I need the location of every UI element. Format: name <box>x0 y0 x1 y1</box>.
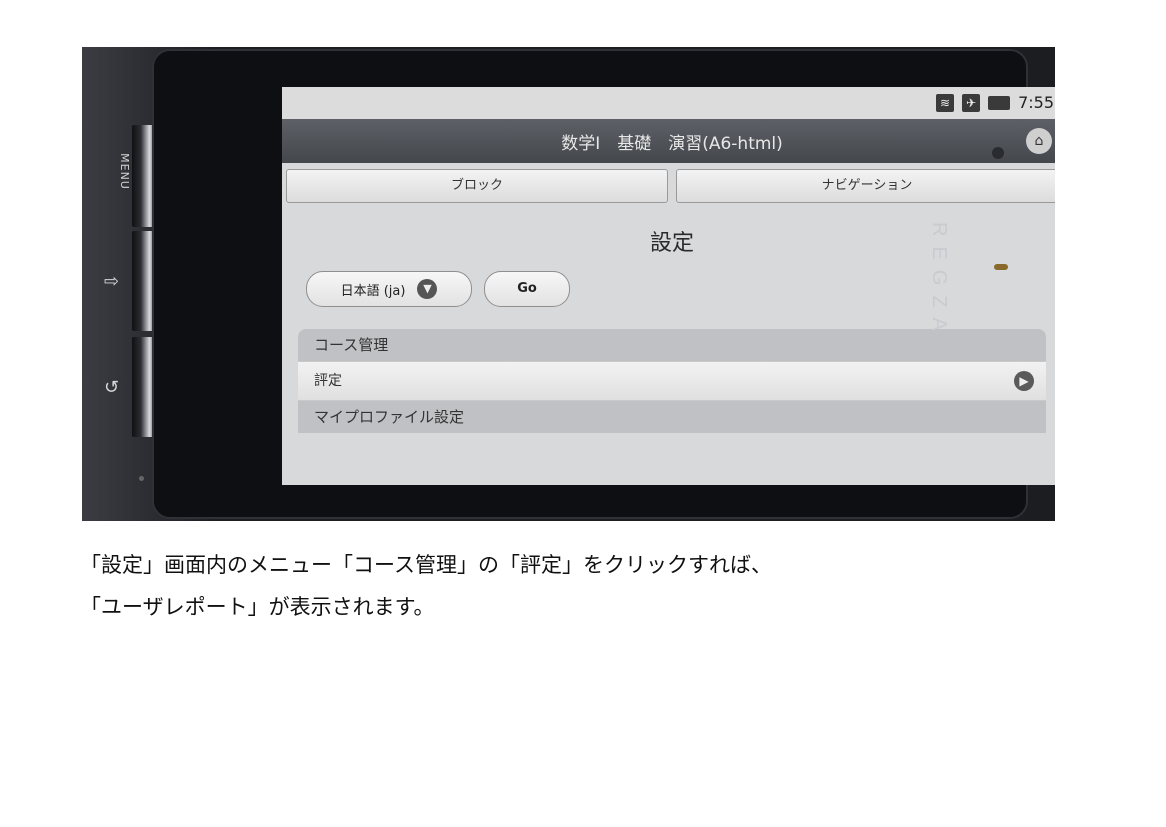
wifi-icon: ≋ <box>936 93 955 112</box>
phone-bezel: ≋ ✈ 7:55 数学Ⅰ 基礎 演習(A6-html) ⌂ ブロック ナビゲーシ… <box>152 49 1055 519</box>
battery-icon <box>988 95 1011 110</box>
menu-section-my-profile: マイプロファイル設定 <box>298 401 1046 433</box>
language-value: 日本語 (ja) <box>340 283 406 299</box>
back-hardware-button[interactable] <box>132 337 154 437</box>
settings-menu: コース管理 評定 ▶ マイプロファイル設定 <box>298 329 1046 433</box>
brand-logo: REGZA <box>928 222 950 341</box>
tab-navigation[interactable]: ナビゲーション <box>676 169 1055 203</box>
indicator-led <box>994 264 1008 270</box>
microphone-dot <box>139 476 144 481</box>
airplane-icon: ✈ <box>962 93 981 112</box>
home-hardware-button[interactable] <box>132 231 154 331</box>
tab-bar: ブロック ナビゲーション <box>282 163 1055 203</box>
app-header: 数学Ⅰ 基礎 演習(A6-html) ⌂ <box>282 119 1055 163</box>
front-camera <box>992 147 1004 159</box>
home-outline-icon: ⇨ <box>104 271 120 292</box>
home-button[interactable]: ⌂ <box>1026 128 1052 154</box>
chevron-right-icon: ▶ <box>1014 371 1034 391</box>
status-time: 7:55 <box>1018 93 1054 112</box>
caption-line-2: 「ユーザレポート」が表示されます。 <box>80 595 435 619</box>
course-title: 数学Ⅰ 基礎 演習(A6-html) <box>561 134 783 154</box>
menu-label: MENU <box>117 153 131 190</box>
phone-device: MENU ⇨ ↺ ≋ ✈ 7:55 数学Ⅰ 基礎 演習(A6-html) ⌂ ブ… <box>82 47 1055 521</box>
status-bar: ≋ ✈ 7:55 <box>282 87 1055 119</box>
tab-blocks[interactable]: ブロック <box>286 169 668 203</box>
menu-hardware-button[interactable] <box>132 125 154 227</box>
menu-item-label: 評定 <box>314 373 342 389</box>
go-button[interactable]: Go <box>484 271 570 307</box>
menu-item-grades[interactable]: 評定 ▶ <box>298 361 1046 401</box>
language-select[interactable]: 日本語 (ja) ▼ <box>306 271 472 307</box>
caption-line-1: 「設定」画面内のメニュー「コース管理」の「評定」をクリックすれば、 <box>80 553 772 577</box>
home-icon: ⌂ <box>1034 133 1044 149</box>
back-icon: ↺ <box>104 377 120 398</box>
caption-text: 「設定」画面内のメニュー「コース管理」の「評定」をクリックすれば、 「ユーザレポ… <box>80 544 772 628</box>
chevron-down-icon: ▼ <box>417 279 438 299</box>
